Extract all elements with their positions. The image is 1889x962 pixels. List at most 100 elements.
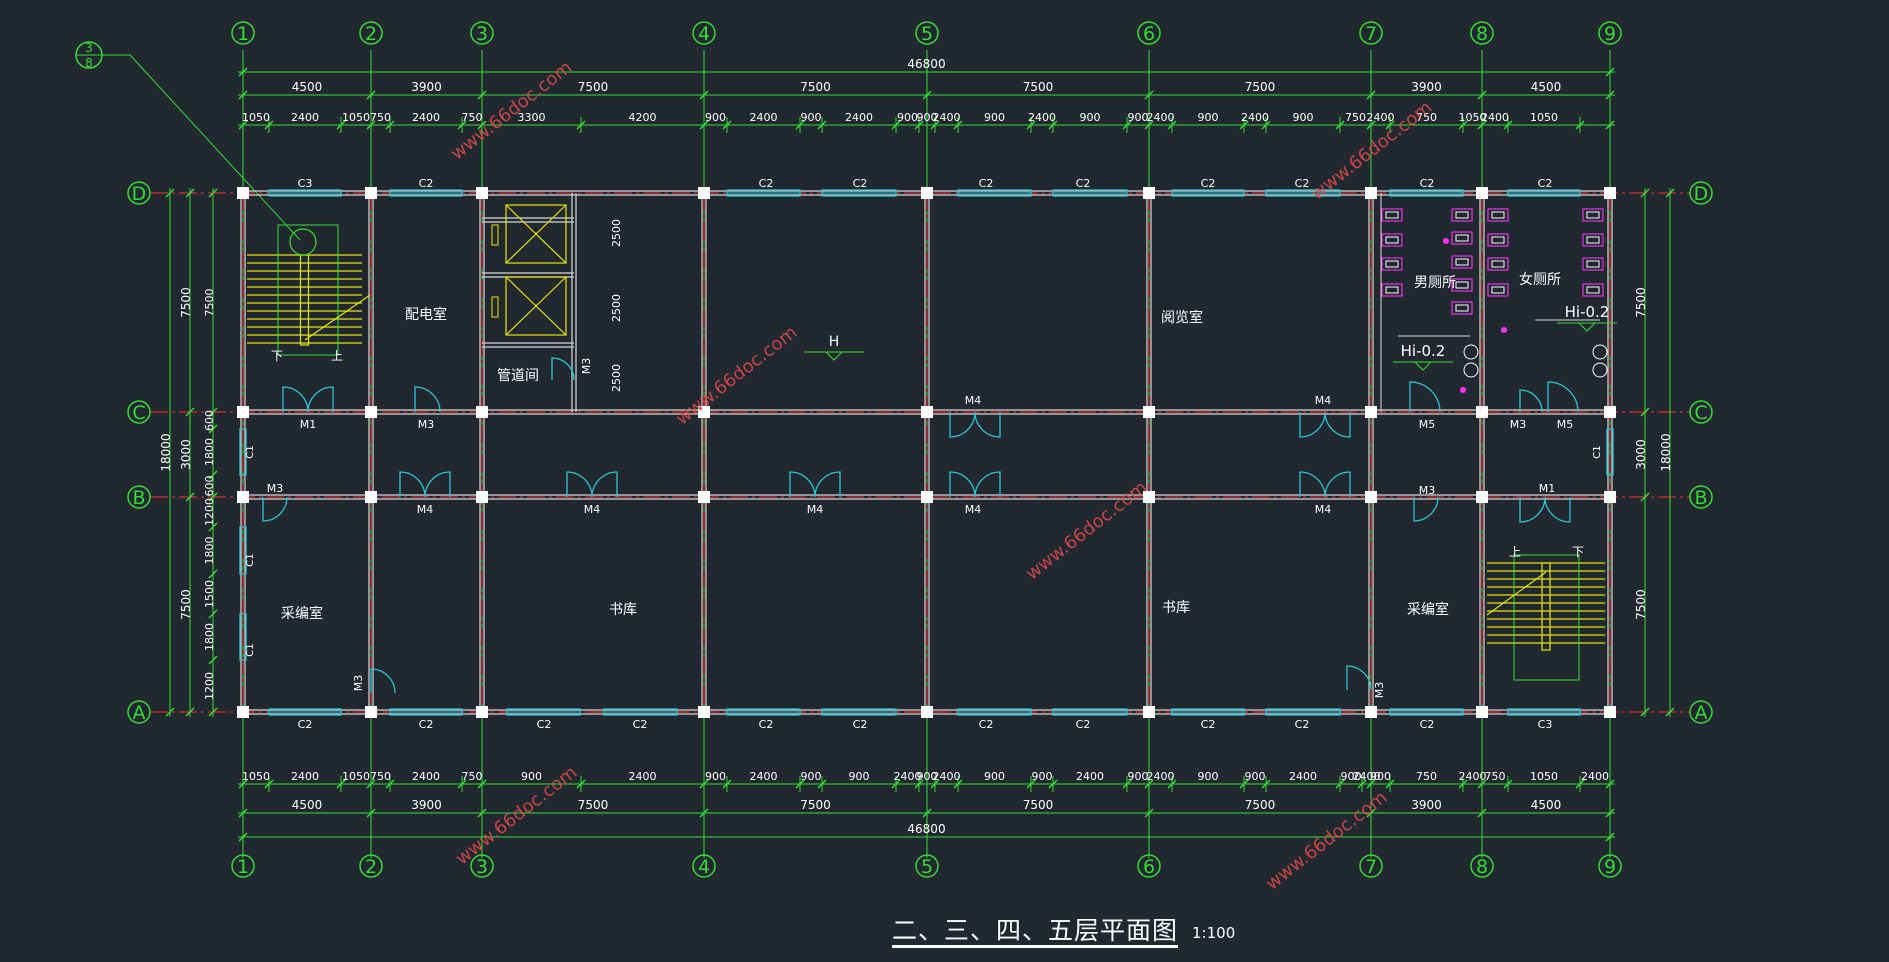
window-tag: C2 bbox=[298, 718, 313, 731]
grid-bubble-label: B bbox=[1694, 487, 1707, 509]
dim-text: 900 bbox=[801, 111, 822, 124]
toilet-fixture bbox=[1455, 211, 1469, 219]
door-tag: M1 bbox=[1539, 482, 1556, 495]
watermark-text: www.66doc.com bbox=[1022, 477, 1151, 584]
window-tag: C2 bbox=[1076, 177, 1091, 190]
elevation-mark bbox=[1578, 322, 1596, 332]
grid-bubble-label: 5 bbox=[921, 23, 933, 45]
toilet-fixture bbox=[1451, 301, 1473, 315]
labels: C3 C2 C2 C2 C2 C2 C2 C2 C2 C2 C2 C2 C2 C2 C2 C2 C2 C2 C2 C2… bbox=[245, 177, 1617, 731]
toilet-fixture bbox=[1487, 283, 1509, 297]
dim-text: 900 bbox=[897, 111, 918, 124]
window-tag: C2 bbox=[853, 718, 868, 731]
dim-text: 2400 bbox=[1481, 111, 1509, 124]
dim-text: 900 bbox=[1370, 770, 1391, 783]
toilet-fixture bbox=[1487, 257, 1509, 271]
column bbox=[237, 187, 249, 199]
dim-text: 7500 bbox=[578, 798, 609, 812]
room-label: 采编室 bbox=[281, 605, 323, 622]
door bbox=[1413, 496, 1439, 522]
dim-text: 7500 bbox=[179, 287, 193, 318]
dim-text: 3900 bbox=[411, 798, 442, 812]
window-tag: C1 bbox=[245, 553, 256, 566]
column bbox=[365, 706, 377, 718]
room-label: 书库 bbox=[609, 602, 637, 618]
door-tag: M4 bbox=[417, 503, 434, 516]
door-tag: M4 bbox=[965, 394, 982, 407]
window-tag: C2 bbox=[1295, 718, 1310, 731]
dim-text: 750 bbox=[370, 770, 391, 783]
dim-text: 46800 bbox=[907, 57, 945, 71]
dim-text: 3000 bbox=[179, 439, 193, 470]
dim-text: 1800 bbox=[203, 623, 216, 651]
column bbox=[921, 187, 933, 199]
window-tag: C1 bbox=[1592, 445, 1603, 458]
grid-bubble-label: C bbox=[132, 402, 145, 424]
window-tag: C2 bbox=[419, 177, 434, 190]
column bbox=[921, 491, 933, 503]
column bbox=[237, 406, 249, 418]
window-tag: C2 bbox=[853, 177, 868, 190]
toilet-fixture bbox=[1381, 233, 1403, 247]
toilet-fixture bbox=[1491, 286, 1505, 294]
dim-text: 900 bbox=[984, 770, 1005, 783]
door bbox=[414, 386, 441, 413]
stair-outline bbox=[1513, 554, 1580, 681]
wash-basin bbox=[1592, 344, 1608, 360]
stair-label: 下 bbox=[1572, 545, 1584, 559]
stair-tread-rail bbox=[1541, 562, 1551, 651]
column bbox=[698, 491, 710, 503]
dim-text: 2400 bbox=[933, 770, 961, 783]
toilet-fixture bbox=[1582, 208, 1604, 222]
door-tag: M5 bbox=[1419, 418, 1436, 431]
dim-text: 7500 bbox=[1245, 80, 1276, 94]
toilet-fixture bbox=[1586, 260, 1600, 268]
window-tag: C2 bbox=[979, 718, 994, 731]
toilet-fixture bbox=[1455, 304, 1469, 312]
dim-text: 900 bbox=[521, 770, 542, 783]
dim-text: 2400 bbox=[1459, 770, 1487, 783]
dim-text: 900 bbox=[801, 770, 822, 783]
door bbox=[282, 386, 334, 413]
dim-text: 4500 bbox=[292, 798, 323, 812]
grid-bubble-label: B bbox=[132, 487, 145, 509]
dim-text: 7500 bbox=[1023, 798, 1054, 812]
grid-bubble-label: 8 bbox=[1476, 856, 1488, 878]
stair-tread-rail bbox=[299, 254, 310, 346]
elevator-counterweight bbox=[491, 296, 499, 318]
column bbox=[1365, 406, 1377, 418]
dim-text: 900 bbox=[705, 770, 726, 783]
door bbox=[262, 496, 288, 522]
door bbox=[1519, 496, 1571, 523]
column bbox=[1604, 406, 1616, 418]
window-tag: C2 bbox=[1201, 177, 1216, 190]
dim-text: 4500 bbox=[1531, 80, 1562, 94]
column bbox=[237, 491, 249, 503]
grid-bubble-label: 9 bbox=[1604, 23, 1616, 45]
dim-text: 750 bbox=[1416, 770, 1437, 783]
elevation-mark bbox=[825, 351, 843, 361]
column bbox=[921, 706, 933, 718]
door-tag: M3 bbox=[1419, 484, 1436, 497]
grid-bubble-label: D bbox=[132, 183, 147, 205]
toilet-fixture bbox=[1586, 236, 1600, 244]
toilet-fixture bbox=[1385, 236, 1399, 244]
door-tag: M3 bbox=[580, 358, 593, 375]
dim-text: 1050 bbox=[1530, 770, 1558, 783]
dim-text: 900 bbox=[1198, 770, 1219, 783]
dim-text: 46800 bbox=[907, 822, 945, 836]
watermarks: www.66doc.com www.66doc.comwww.66doc.comw… bbox=[447, 57, 1436, 894]
window-tag: C2 bbox=[759, 177, 774, 190]
toilet-fixture bbox=[1451, 255, 1473, 269]
toilet-fixture bbox=[1455, 258, 1469, 266]
dim-text: 2400 bbox=[750, 111, 778, 124]
door-tag: M3 bbox=[352, 675, 365, 692]
window-tag: C2 bbox=[759, 718, 774, 731]
floor-plan-drawing: 112233445566778899D DC CB BA A38 468004500 39… bbox=[75, 21, 1713, 894]
window-tag: C2 bbox=[979, 177, 994, 190]
column bbox=[365, 187, 377, 199]
dim-text: 900 bbox=[1128, 111, 1149, 124]
dim-text: 3000 bbox=[1634, 439, 1648, 470]
dim-text: 2400 bbox=[412, 111, 440, 124]
grid-bubble-label: 8 bbox=[1476, 23, 1488, 45]
